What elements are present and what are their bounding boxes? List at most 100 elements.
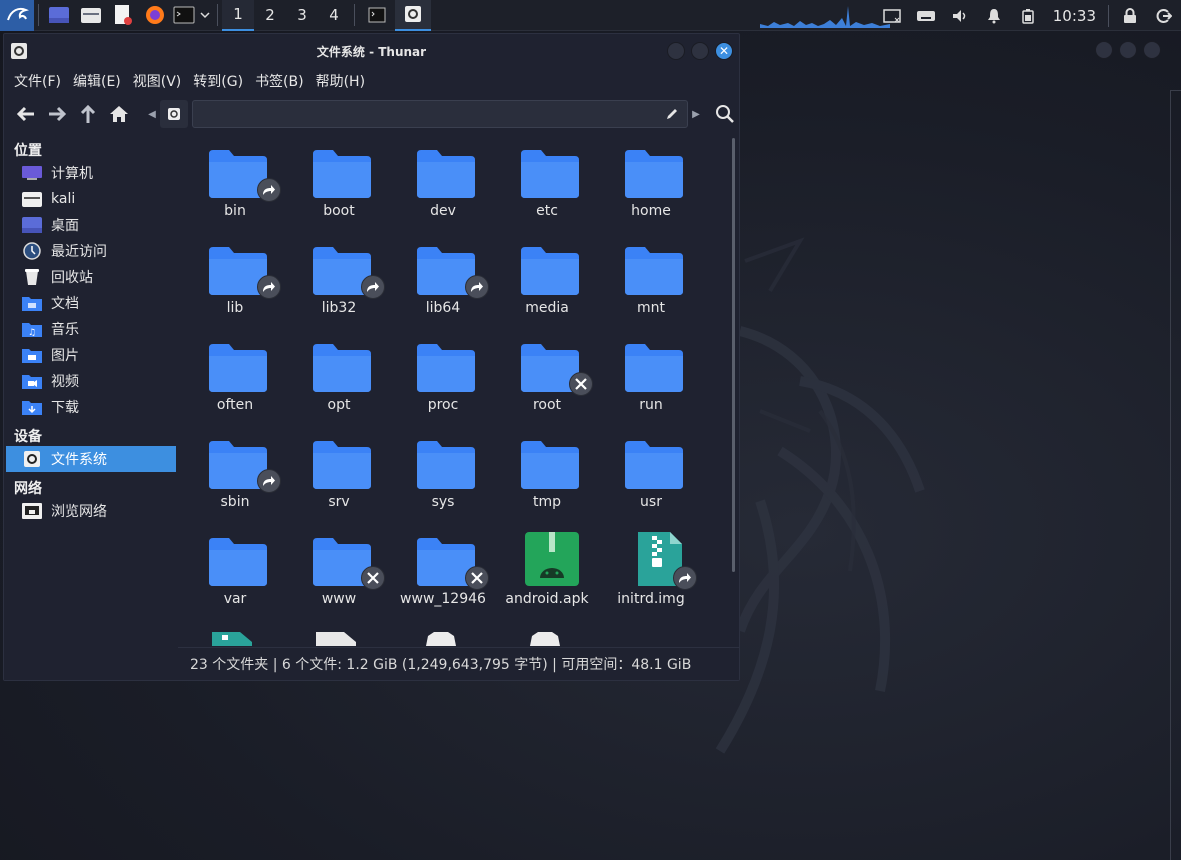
folder-item[interactable]: proc — [391, 328, 495, 425]
title-bar[interactable]: 文件系统 - Thunar ✕ — [4, 34, 739, 68]
executable-icon[interactable] — [522, 632, 568, 646]
folder-item[interactable]: lib64 — [391, 231, 495, 328]
folder-item[interactable]: var — [183, 522, 287, 619]
folder-item[interactable]: www — [287, 522, 391, 619]
path-scroll-left[interactable]: ◀ — [144, 109, 160, 120]
folder-item[interactable]: run — [599, 328, 703, 425]
maximize-button[interactable] — [1119, 41, 1137, 59]
battery-icon[interactable] — [1011, 0, 1045, 31]
location-field[interactable] — [192, 100, 688, 128]
sidebar-item[interactable]: ♫ 音乐 — [4, 316, 176, 342]
folder-icon — [625, 344, 683, 392]
folder-item[interactable]: usr — [599, 425, 703, 522]
file-view[interactable]: bin boot dev etc home lib lib32 lib64 media mnt of… — [178, 134, 739, 646]
pictures-folder-icon — [21, 345, 43, 365]
folder-item[interactable]: often — [183, 328, 287, 425]
file-manager-launcher[interactable] — [75, 0, 107, 31]
search-button[interactable] — [712, 101, 738, 127]
executable-icon[interactable] — [418, 632, 464, 646]
folder-item[interactable]: srv — [287, 425, 391, 522]
folder-item[interactable]: lib32 — [287, 231, 391, 328]
folder-item[interactable]: opt — [287, 328, 391, 425]
firefox-launcher[interactable] — [139, 0, 171, 31]
folder-item[interactable]: www_12946 — [391, 522, 495, 619]
lock-screen-icon[interactable] — [1113, 0, 1147, 31]
folder-item[interactable]: lib — [183, 231, 287, 328]
workspace-1[interactable]: 1 — [222, 0, 254, 31]
forward-button[interactable] — [41, 99, 72, 129]
path-crumb-filesystem[interactable] — [160, 100, 188, 128]
text-editor-launcher[interactable] — [107, 0, 139, 31]
show-desktop-launcher[interactable] — [43, 0, 75, 31]
sidebar-item[interactable]: kali — [4, 186, 176, 212]
sidebar-item[interactable]: 回收站 — [4, 264, 176, 290]
folder-item[interactable]: root — [495, 328, 599, 425]
status-bar: 23 个文件夹 | 6 个文件: 1.2 GiB (1,249,643,795 … — [178, 647, 739, 680]
folder-item[interactable]: tmp — [495, 425, 599, 522]
menu-view[interactable]: 视图(V) — [127, 71, 188, 91]
parent-folder-button[interactable] — [72, 99, 103, 129]
menu-bookmarks[interactable]: 书签(B) — [249, 71, 310, 91]
sidebar-item[interactable]: 浏览网络 — [4, 498, 176, 524]
sidebar-item[interactable]: 计算机 — [4, 160, 176, 186]
symlink-emblem-icon — [257, 178, 281, 202]
folder-item[interactable]: etc — [495, 134, 599, 231]
file-icon[interactable] — [316, 632, 356, 646]
terminal-launcher[interactable] — [171, 0, 197, 31]
sidebar-section-title: 网络 — [14, 481, 42, 497]
taskbar-terminal[interactable] — [359, 0, 395, 31]
folder-item[interactable]: boot — [287, 134, 391, 231]
archive-icon[interactable] — [212, 632, 252, 646]
volume-icon[interactable] — [943, 0, 977, 31]
sidebar-item[interactable]: 下载 — [4, 394, 176, 420]
logout-icon[interactable] — [1147, 0, 1181, 31]
sidebar-item[interactable]: 桌面 — [4, 212, 176, 238]
folder-item[interactable]: mnt — [599, 231, 703, 328]
menu-file[interactable]: 文件(F) — [8, 71, 67, 91]
panel-clock[interactable]: 10:33 — [1045, 7, 1104, 25]
file-name-label: sys — [431, 494, 455, 510]
notification-bell-icon[interactable] — [977, 0, 1011, 31]
folder-item[interactable]: sys — [391, 425, 495, 522]
taskbar-thunar[interactable] — [395, 0, 431, 31]
keyboard-icon[interactable] — [909, 0, 943, 31]
folder-item[interactable]: home — [599, 134, 703, 231]
sidebar-item[interactable]: 文件系统 — [6, 446, 176, 472]
minimize-button[interactable] — [1095, 41, 1113, 59]
folder-item[interactable]: dev — [391, 134, 495, 231]
filesystem-icon — [21, 449, 43, 469]
home-button[interactable] — [103, 99, 134, 129]
sidebar-item[interactable]: 视频 — [4, 368, 176, 394]
file-item[interactable]: android.apk — [495, 522, 599, 619]
kali-menu-button[interactable] — [0, 0, 34, 31]
terminal-dropdown[interactable] — [197, 0, 213, 31]
back-button[interactable] — [10, 99, 41, 129]
folder-item[interactable]: sbin — [183, 425, 287, 522]
workspace-3[interactable]: 3 — [286, 0, 318, 31]
file-name-label: sbin — [220, 494, 250, 510]
menu-go[interactable]: 转到(G) — [187, 71, 249, 91]
symlink-emblem-icon — [361, 275, 385, 299]
sidebar-item[interactable]: 图片 — [4, 342, 176, 368]
maximize-button[interactable] — [691, 42, 709, 60]
file-item[interactable]: initrd.img — [599, 522, 703, 619]
workspace-4[interactable]: 4 — [318, 0, 350, 31]
path-scroll-right[interactable]: ▶ — [688, 109, 704, 120]
menu-help[interactable]: 帮助(H) — [310, 71, 371, 91]
sidebar-item[interactable]: 最近访问 — [4, 238, 176, 264]
folder-item[interactable]: media — [495, 231, 599, 328]
close-button[interactable] — [1143, 41, 1161, 59]
vertical-scrollbar[interactable] — [732, 138, 735, 572]
workspace-2[interactable]: 2 — [254, 0, 286, 31]
folder-item[interactable]: bin — [183, 134, 287, 231]
file-name-label: boot — [323, 203, 355, 219]
file-name-label: www — [321, 591, 357, 607]
screen-icon[interactable] — [875, 0, 909, 31]
sidebar-item[interactable]: 文档 — [4, 290, 176, 316]
launcher-area: 1 2 3 4 — [0, 0, 431, 31]
panel-separator — [217, 4, 218, 26]
close-button[interactable]: ✕ — [715, 42, 733, 60]
pencil-icon[interactable] — [665, 107, 679, 121]
menu-edit[interactable]: 编辑(E) — [67, 71, 127, 91]
minimize-button[interactable] — [667, 42, 685, 60]
